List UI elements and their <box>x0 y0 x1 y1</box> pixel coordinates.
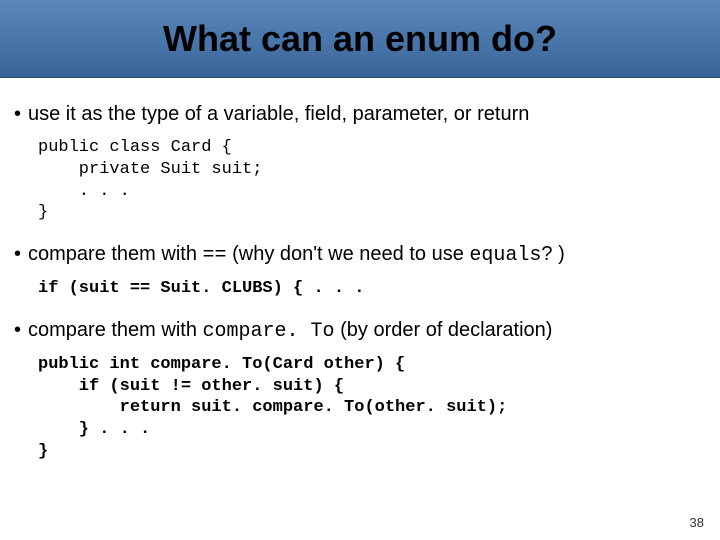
bullet-3-code: compare. To <box>203 320 335 343</box>
code-block-1: public class Card { private Suit suit; .… <box>38 137 706 224</box>
bullet-dot-icon: • <box>14 318 28 343</box>
bullet-3-text-a: compare them with <box>28 319 203 341</box>
bullet-2-code-b: equals <box>469 244 541 267</box>
code-block-3: public int compare. To(Card other) { if … <box>38 354 706 463</box>
bullet-1-text: use it as the type of a variable, field,… <box>28 103 529 125</box>
bullet-3-text-b: (by order of declaration) <box>335 319 553 341</box>
bullet-2-text-a: compare them with <box>28 243 203 265</box>
bullet-1: •use it as the type of a variable, field… <box>14 102 706 127</box>
code-block-2: if (suit == Suit. CLUBS) { . . . <box>38 278 706 300</box>
bullet-dot-icon: • <box>14 242 28 267</box>
page-number: 38 <box>690 515 704 530</box>
bullet-3: •compare them with compare. To (by order… <box>14 318 706 344</box>
slide-title: What can an enum do? <box>163 18 557 60</box>
bullet-2-code-a: == <box>203 244 227 267</box>
slide-content: •use it as the type of a variable, field… <box>0 78 720 463</box>
bullet-dot-icon: • <box>14 102 28 127</box>
title-bar: What can an enum do? <box>0 0 720 78</box>
bullet-2-text-b: (why don't we need to use <box>227 243 470 265</box>
bullet-2: •compare them with == (why don't we need… <box>14 242 706 268</box>
bullet-2-text-c: ? ) <box>541 243 564 265</box>
